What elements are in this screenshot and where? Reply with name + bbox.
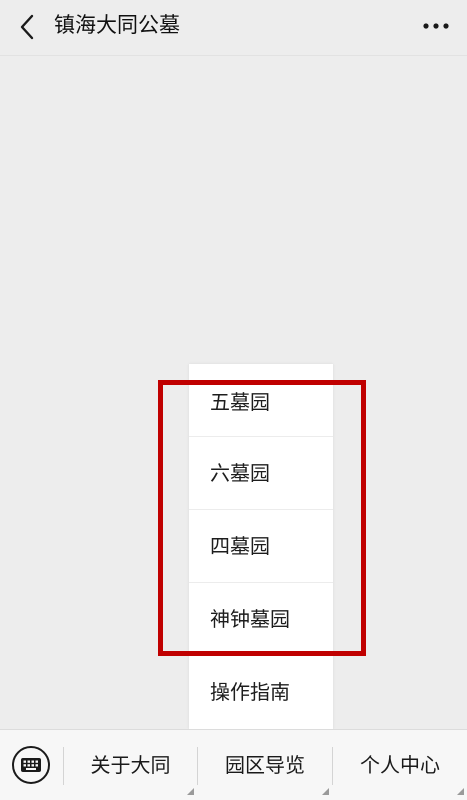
submenu-indicator-icon — [457, 788, 464, 795]
back-button[interactable] — [10, 10, 44, 44]
chevron-left-icon — [20, 14, 34, 40]
tab-park-guide-label: 园区导览 — [225, 753, 305, 777]
keyboard-toggle-button[interactable] — [12, 746, 50, 784]
bottom-menu-bar: 关于大同 园区导览 个人中心 — [0, 729, 467, 800]
submenu-indicator-icon — [322, 788, 329, 795]
keyboard-icon — [21, 758, 41, 772]
tab-personal-center-label: 个人中心 — [360, 753, 440, 777]
more-button[interactable] — [419, 12, 453, 40]
tab-about-label: 关于大同 — [90, 753, 171, 777]
menu-item-shenzhong-cemetery[interactable]: 神钟墓园 — [189, 583, 333, 656]
menu-item-wu-cemetery[interactable]: 五墓园 — [189, 364, 333, 437]
page-title: 镇海大同公墓 — [54, 13, 180, 37]
tab-park-guide[interactable]: 园区导览 — [198, 730, 332, 800]
top-bar: 镇海大同公墓 — [0, 0, 467, 56]
menu-item-si-cemetery[interactable]: 四墓园 — [189, 510, 333, 583]
more-dots-icon — [423, 23, 449, 29]
submenu-popup: 五墓园 六墓园 四墓园 神钟墓园 操作指南 — [189, 364, 333, 729]
tab-about[interactable]: 关于大同 — [64, 730, 197, 800]
menu-item-liu-cemetery[interactable]: 六墓园 — [189, 437, 333, 510]
tab-personal-center[interactable]: 个人中心 — [333, 730, 467, 800]
submenu-indicator-icon — [187, 788, 194, 795]
menu-item-guide[interactable]: 操作指南 — [189, 656, 333, 729]
